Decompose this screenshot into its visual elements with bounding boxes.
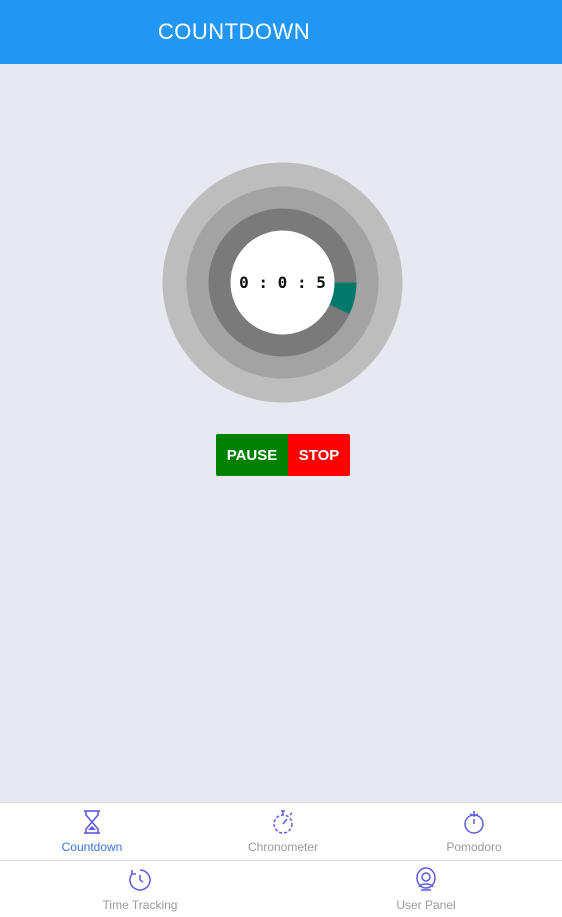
nav-label-user-panel: User Panel [396,898,456,912]
user-icon [416,867,436,891]
nav-label-time-tracking: Time Tracking [102,898,178,912]
nav-item-user-panel[interactable]: User Panel [366,861,486,912]
main-content: 0 : 0 : 5 PAUSE STOP [0,64,562,802]
nav-label-countdown: Countdown [61,840,123,854]
countdown-timer: 0 : 0 : 5 [162,162,403,403]
nav-item-time-tracking[interactable]: Time Tracking [80,861,200,912]
tomato-icon [464,811,484,834]
bottom-nav-row-2: Time Tracking User Panel [0,860,562,917]
nav-item-countdown[interactable]: Countdown [32,803,152,854]
bottom-nav-row-1: Countdown Chronometer Pomodoro [0,802,562,861]
nav-label-pomodoro: Pomodoro [446,840,502,854]
hourglass-icon [84,810,100,834]
nav-item-pomodoro[interactable]: Pomodoro [414,803,534,854]
clock-icon [129,869,151,891]
timer-controls: PAUSE STOP [216,434,350,476]
stop-button[interactable]: STOP [288,434,350,476]
timer-display: 0 : 0 : 5 [239,273,326,292]
pause-button[interactable]: PAUSE [216,434,288,476]
stopwatch-icon [273,810,293,834]
page-title: COUNTDOWN [157,19,311,44]
app-header: COUNTDOWN [0,0,562,64]
nav-item-chronometer[interactable]: Chronometer [218,803,348,854]
nav-label-chronometer: Chronometer [247,840,319,854]
